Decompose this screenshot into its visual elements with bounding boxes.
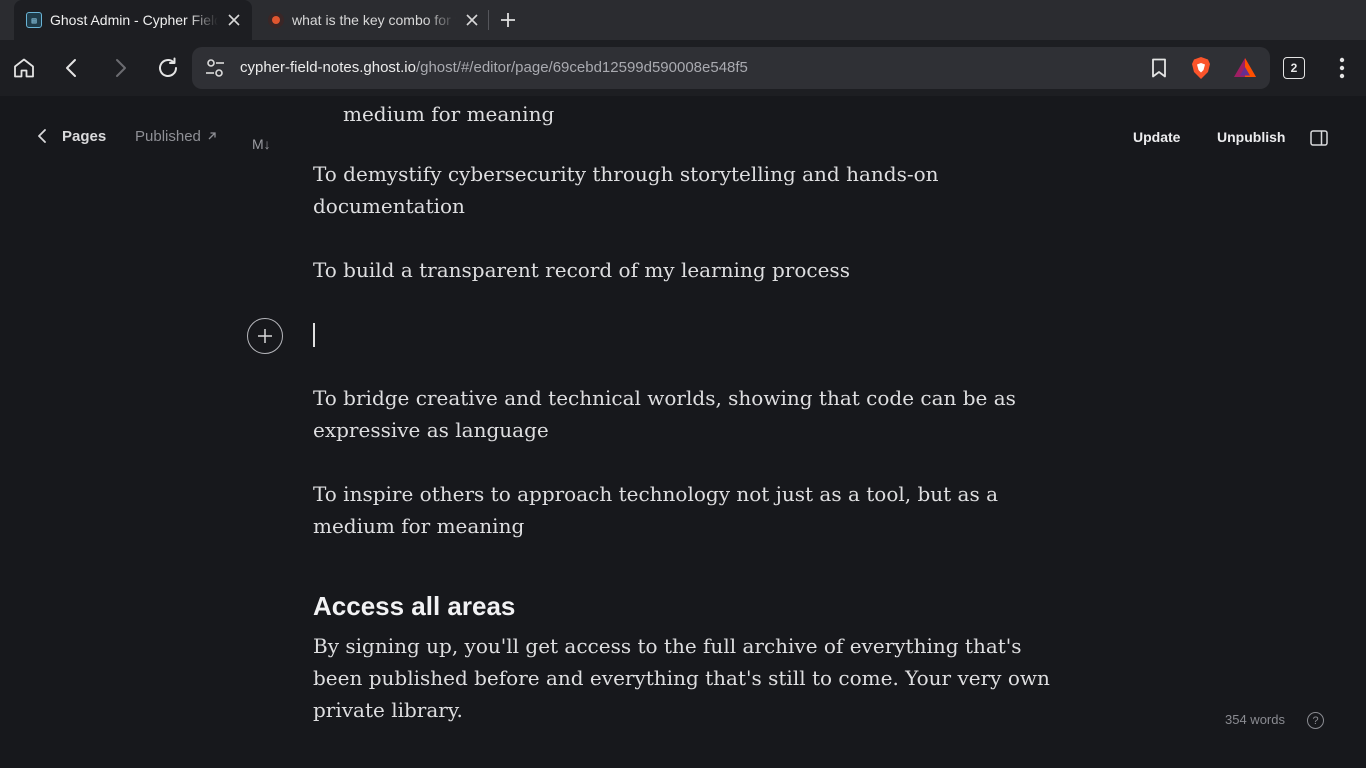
plus-icon xyxy=(258,329,272,343)
sidebar-toggle-icon[interactable] xyxy=(1310,130,1328,146)
paragraph[interactable]: To bridge creative and technical worlds,… xyxy=(313,382,1053,446)
heading[interactable]: Access all areas xyxy=(313,590,515,622)
back-button[interactable] xyxy=(58,54,86,82)
add-card-button[interactable] xyxy=(247,318,283,354)
url-path: /ghost/#/editor/page/69cebd12599d590008e… xyxy=(415,59,748,76)
paragraph[interactable]: To inspire others to approach technology… xyxy=(313,478,1053,542)
ghost-favicon-icon: ▤ xyxy=(26,12,42,28)
bookmark-icon[interactable] xyxy=(1148,57,1170,79)
brave-shields-icon[interactable] xyxy=(1188,55,1214,81)
forward-button[interactable] xyxy=(106,54,134,82)
arrow-up-right-icon xyxy=(207,128,217,145)
markdown-indicator: M↓ xyxy=(252,136,271,152)
tab-search[interactable]: what is the key combo for taking a scree… xyxy=(256,0,490,40)
paragraph-fragment[interactable]: medium for meaning xyxy=(343,98,554,130)
new-tab-button[interactable] xyxy=(496,8,520,32)
more-vertical-icon xyxy=(1339,57,1345,79)
text-cursor xyxy=(313,323,315,347)
arrow-right-icon xyxy=(116,59,126,77)
back-to-pages-link[interactable]: Pages xyxy=(62,128,106,145)
tab-ghost-admin[interactable]: ▤ Ghost Admin - Cypher Field Notes xyxy=(14,0,252,40)
paragraph[interactable]: To build a transparent record of my lear… xyxy=(313,254,1053,286)
brave-rewards-icon[interactable] xyxy=(1232,55,1258,81)
tab-strip: ▤ Ghost Admin - Cypher Field Notes what … xyxy=(0,0,1366,40)
close-tab-icon[interactable] xyxy=(222,8,246,32)
address-bar[interactable]: cypher-field-notes.ghost.io/ghost/#/edit… xyxy=(192,47,1270,89)
update-button[interactable]: Update xyxy=(1133,129,1180,145)
tab-separator xyxy=(488,10,489,30)
paragraph[interactable]: To demystify cybersecurity through story… xyxy=(313,158,1053,222)
brave-search-favicon-icon xyxy=(268,12,284,28)
reload-button[interactable] xyxy=(154,54,182,82)
tab-count-button[interactable]: 2 xyxy=(1283,57,1305,79)
unpublish-button[interactable]: Unpublish xyxy=(1217,129,1285,145)
arrow-left-icon xyxy=(66,59,76,77)
reload-icon xyxy=(159,57,177,77)
home-button[interactable] xyxy=(10,54,38,82)
publish-status[interactable]: Published xyxy=(135,128,217,145)
site-info-icon[interactable] xyxy=(204,57,226,79)
url-text[interactable]: cypher-field-notes.ghost.io/ghost/#/edit… xyxy=(240,59,748,76)
url-host: cypher-field-notes.ghost.io xyxy=(240,59,416,76)
browser-toolbar: cypher-field-notes.ghost.io/ghost/#/edit… xyxy=(0,40,1366,96)
word-count: 354 words xyxy=(1225,712,1285,727)
status-label: Published xyxy=(135,128,201,145)
tab-title: Ghost Admin - Cypher Field Notes xyxy=(50,12,218,28)
help-icon[interactable]: ? xyxy=(1307,712,1324,729)
chevron-left-icon[interactable] xyxy=(32,126,52,146)
paragraph[interactable]: By signing up, you'll get access to the … xyxy=(313,630,1053,726)
menu-button[interactable] xyxy=(1330,54,1354,82)
ghost-editor: medium for meaning To demystify cybersec… xyxy=(0,96,1366,768)
home-icon xyxy=(14,58,34,78)
close-tab-icon[interactable] xyxy=(460,8,484,32)
plus-icon xyxy=(501,13,515,27)
tab-title: what is the key combo for taking a scree… xyxy=(292,12,456,28)
